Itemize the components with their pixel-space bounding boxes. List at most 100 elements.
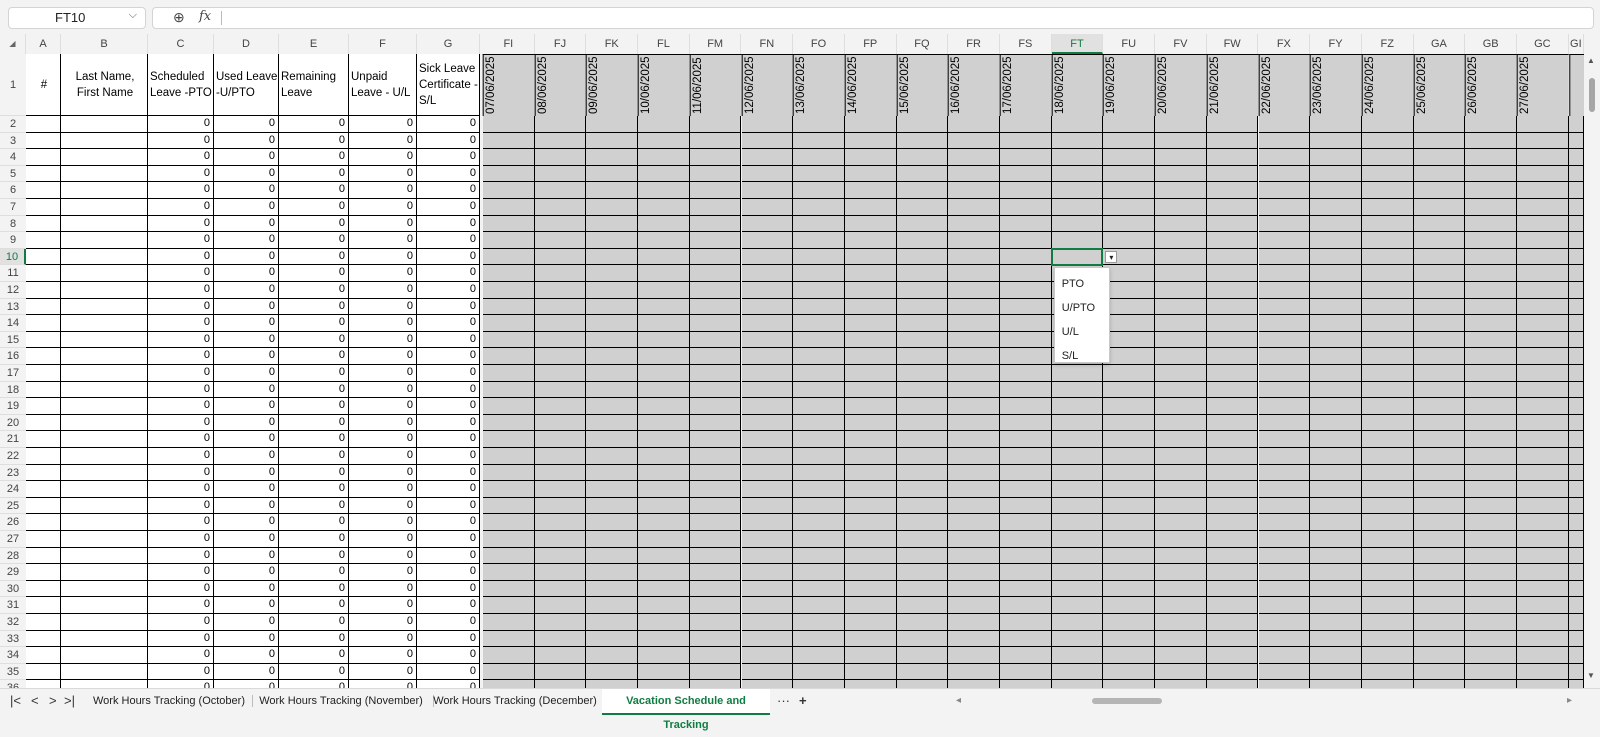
day-cell[interactable] [1000,497,1052,515]
leave-value-cell[interactable]: 0 [148,464,214,482]
day-cell[interactable] [586,331,639,349]
day-cell[interactable] [1051,414,1104,432]
day-cell[interactable] [1465,547,1517,565]
day-cell[interactable] [1465,497,1517,515]
day-cell[interactable] [1155,298,1207,316]
day-cell[interactable] [896,315,949,332]
name-cell[interactable] [61,531,148,548]
day-cell[interactable] [1206,564,1259,581]
day-cell[interactable] [741,199,794,216]
day-cell[interactable] [1361,531,1414,548]
leave-value-cell[interactable]: 0 [148,414,214,432]
column-header[interactable]: GB [1465,34,1517,54]
scroll-right-icon[interactable]: ▸ [1567,695,1572,706]
day-cell[interactable] [1361,199,1414,216]
day-cell[interactable] [896,348,949,365]
leave-value-cell[interactable]: 0 [279,116,349,133]
day-cell[interactable] [638,630,690,648]
day-cell[interactable] [534,647,587,664]
day-cell[interactable] [948,431,1000,448]
day-cell[interactable] [586,298,639,316]
day-cell[interactable] [793,448,845,465]
day-cell[interactable] [1155,464,1207,482]
number-cell[interactable] [26,165,61,183]
day-cell[interactable] [844,215,897,233]
day-cell[interactable] [1413,414,1466,432]
day-cell[interactable] [1361,315,1414,332]
day-cell[interactable] [793,282,845,299]
column-header[interactable]: E [279,34,349,54]
leave-value-cell[interactable]: 0 [349,597,417,614]
day-cell[interactable] [689,365,742,382]
name-cell[interactable] [61,431,148,448]
name-cell[interactable] [61,331,148,349]
day-cell[interactable] [534,514,587,531]
day-cell[interactable] [586,199,639,216]
date-header-cell[interactable]: 12/06/2025 [741,54,794,116]
day-cell[interactable] [948,348,1000,365]
leave-value-cell[interactable]: 0 [148,331,214,349]
day-cell[interactable] [844,149,897,166]
leave-value-cell[interactable]: 0 [279,265,349,282]
leave-value-cell[interactable]: 0 [148,448,214,465]
day-cell[interactable] [1206,331,1259,349]
day-cell[interactable] [638,331,690,349]
day-cell[interactable] [1258,564,1311,581]
day-cell[interactable] [586,431,639,448]
day-cell[interactable] [1361,215,1414,233]
leave-value-cell[interactable]: 0 [214,481,279,498]
day-cell[interactable] [483,381,535,399]
day-cell[interactable] [1103,182,1156,199]
day-cell[interactable] [1258,431,1311,448]
row-header[interactable]: 7 [0,199,26,216]
day-cell[interactable] [1258,580,1311,598]
day-cell[interactable] [586,381,639,399]
day-cell[interactable] [793,663,845,681]
number-cell[interactable] [26,215,61,233]
sheet-tab[interactable]: Work Hours Tracking (October) [88,689,250,713]
leave-value-cell[interactable]: 0 [214,514,279,531]
day-cell[interactable] [689,215,742,233]
column-header[interactable]: FW [1206,34,1259,54]
day-cell[interactable] [793,514,845,531]
leave-value-cell[interactable]: 0 [417,265,480,282]
vertical-scroll-thumb[interactable] [1589,78,1595,112]
leave-value-cell[interactable]: 0 [148,381,214,399]
leave-value-cell[interactable]: 0 [349,165,417,183]
day-cell[interactable] [1465,448,1517,465]
day-cell[interactable] [1155,414,1207,432]
day-cell[interactable] [483,414,535,432]
day-cell[interactable] [793,265,845,282]
leave-value-cell[interactable]: 0 [417,248,480,266]
day-cell[interactable] [1361,647,1414,664]
day-cell[interactable] [586,232,639,249]
day-cell[interactable] [483,248,535,266]
name-cell[interactable] [61,282,148,299]
day-cell[interactable] [741,248,794,266]
day-cell[interactable] [1361,116,1414,133]
day-cell[interactable] [1517,564,1569,581]
day-cell[interactable] [586,182,639,199]
day-cell[interactable] [896,431,949,448]
day-cell[interactable] [1155,381,1207,399]
day-cell[interactable] [483,298,535,316]
day-cell[interactable] [844,348,897,365]
day-cell[interactable] [844,315,897,332]
day-cell[interactable] [638,514,690,531]
day-cell[interactable] [1258,248,1311,266]
day-cell[interactable] [1517,282,1569,299]
day-cell[interactable] [948,663,1000,681]
day-cell[interactable] [1155,597,1207,614]
day-cell[interactable] [586,448,639,465]
name-cell[interactable] [61,265,148,282]
day-cell[interactable] [1206,132,1259,150]
day-cell[interactable] [1206,547,1259,565]
day-cell[interactable] [948,265,1000,282]
day-cell[interactable] [1258,149,1311,166]
day-cell[interactable] [483,514,535,531]
day-cell[interactable] [1310,232,1362,249]
day-cell[interactable] [1051,514,1104,531]
day-cell[interactable] [896,116,949,133]
day-cell[interactable] [948,448,1000,465]
leave-value-cell[interactable]: 0 [148,282,214,299]
